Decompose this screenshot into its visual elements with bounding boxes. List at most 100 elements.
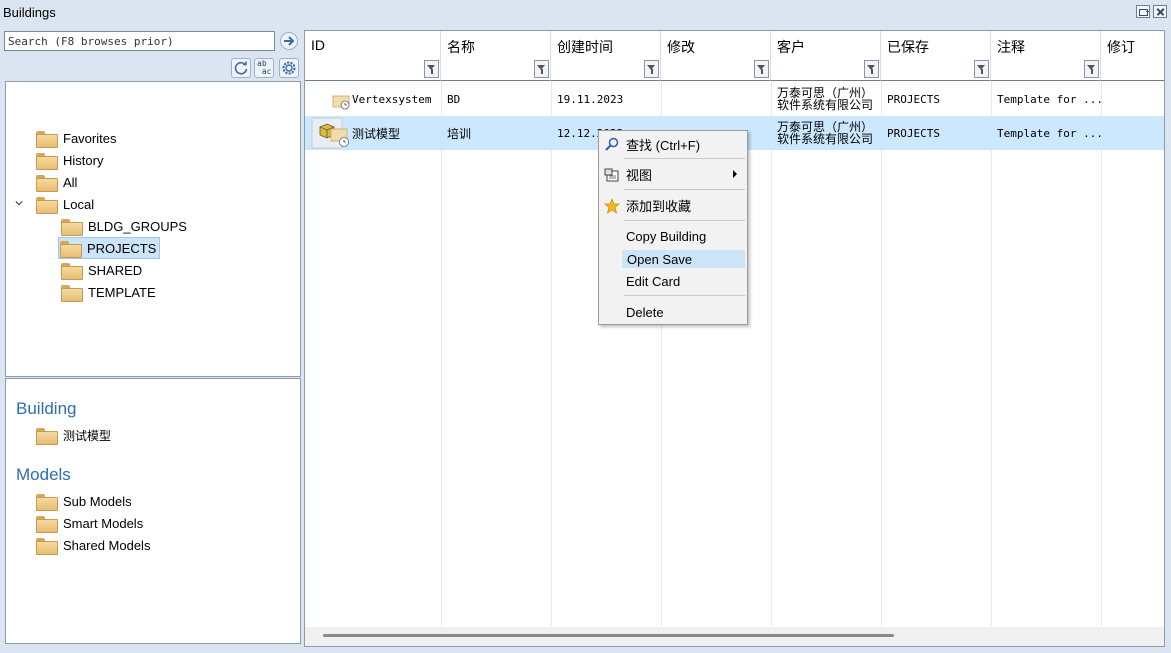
building-item[interactable]: 测试模型 xyxy=(36,425,111,445)
column-header-id[interactable]: ID xyxy=(305,31,441,81)
window-title: Buildings xyxy=(3,5,56,20)
model-item-smart-models[interactable]: Smart Models xyxy=(36,513,143,533)
column-header-label: 名称 xyxy=(447,39,475,55)
cell-id: 测试模型 xyxy=(352,126,401,141)
menu-item-copy-building[interactable]: Copy Building xyxy=(622,227,745,245)
cell-name: 培训 xyxy=(447,126,472,141)
model-item-label: Smart Models xyxy=(63,515,144,531)
column-header-comment[interactable]: 注释 xyxy=(991,31,1101,81)
tree-item-label: History xyxy=(63,152,104,168)
column-header-client[interactable]: 客户 xyxy=(771,31,881,81)
title-bar: Buildings xyxy=(0,0,1171,27)
folder-icon xyxy=(60,240,82,258)
filter-icon[interactable] xyxy=(754,60,769,78)
settings-button[interactable] xyxy=(279,58,299,78)
menu-separator xyxy=(624,158,745,159)
folder-tree-panel: Favorites History All Local BLDG_GROUPS … xyxy=(5,81,301,377)
table-row[interactable]: Vertexsystem BD 19.11.2023 万泰可思（广州）软件系统有… xyxy=(305,82,1164,116)
column-header-name[interactable]: 名称 xyxy=(441,31,551,81)
cell-saved: PROJECTS xyxy=(887,126,940,140)
column-divider xyxy=(1101,81,1102,626)
refresh-icon xyxy=(234,61,248,75)
models-section-title: Models xyxy=(16,465,71,484)
tree-item-bldg-groups[interactable]: BLDG_GROUPS xyxy=(61,216,187,236)
folder-icon xyxy=(36,493,58,511)
menu-item-find[interactable]: 查找 (Ctrl+F) xyxy=(622,135,745,153)
arrow-right-icon xyxy=(280,32,298,50)
model-item-shared-models[interactable]: Shared Models xyxy=(36,535,150,555)
filter-icon[interactable] xyxy=(424,60,439,78)
chevron-down-icon[interactable] xyxy=(15,199,23,207)
filter-icon[interactable] xyxy=(1084,60,1099,78)
filter-icon[interactable] xyxy=(974,60,989,78)
horizontal-scrollbar[interactable] xyxy=(305,627,1164,646)
filter-icon[interactable] xyxy=(534,60,549,78)
column-header-label: ID xyxy=(311,37,325,53)
column-header-created[interactable]: 创建时间 xyxy=(551,31,661,81)
match-case-icon: ab ac xyxy=(257,59,272,76)
column-header-label: 已保存 xyxy=(887,39,929,55)
column-header-revision[interactable]: 修订 xyxy=(1101,31,1164,81)
building-thumbnail-icon xyxy=(311,117,349,149)
menu-item-edit-card[interactable]: Edit Card xyxy=(622,272,745,290)
column-header-modified[interactable]: 修改 xyxy=(661,31,771,81)
folder-icon xyxy=(36,152,58,170)
tree-item-label: SHARED xyxy=(88,262,143,278)
tree-item-shared[interactable]: SHARED xyxy=(61,260,142,280)
cell-client: 万泰可思（广州）软件系统有限公司 xyxy=(777,120,874,146)
cell-client: 万泰可思（广州）软件系统有限公司 xyxy=(777,86,874,112)
cell-comment: Template for ... xyxy=(997,92,1103,106)
building-icon xyxy=(332,95,350,110)
column-divider xyxy=(881,81,882,626)
star-icon xyxy=(604,198,620,214)
pin-window-button[interactable] xyxy=(1136,5,1150,18)
folder-icon xyxy=(61,218,83,236)
view-icon xyxy=(604,168,619,182)
column-header-saved[interactable]: 已保存 xyxy=(881,31,991,81)
menu-separator xyxy=(624,189,745,190)
cell-name: BD xyxy=(447,92,461,106)
column-divider xyxy=(551,81,552,626)
folder-icon xyxy=(36,537,58,555)
menu-item-open-save[interactable]: Open Save xyxy=(622,250,745,268)
menu-item-add-favorite[interactable]: 添加到收藏 xyxy=(622,196,745,214)
match-case-button[interactable]: ab ac xyxy=(254,58,274,78)
menu-item-view[interactable]: 视图 xyxy=(622,165,745,183)
scrollbar-thumb[interactable] xyxy=(323,634,894,637)
model-item-label: Sub Models xyxy=(63,493,132,509)
search-go-button[interactable] xyxy=(279,31,299,51)
tree-item-label: PROJECTS xyxy=(87,240,157,256)
folder-icon xyxy=(36,174,58,192)
menu-item-label: Edit Card xyxy=(626,273,681,289)
menu-item-delete[interactable]: Delete xyxy=(622,303,745,321)
tree-item-label: TEMPLATE xyxy=(88,284,156,300)
cell-comment: Template for ... xyxy=(997,126,1103,140)
buildings-grid: ID 名称 创建时间 修改 客户 已保存 注释 修订 Vertexsystem … xyxy=(304,30,1165,647)
menu-item-label: 添加到收藏 xyxy=(626,198,692,214)
tree-item-label: Favorites xyxy=(63,130,117,146)
tree-item-history[interactable]: History xyxy=(36,150,103,170)
filter-icon[interactable] xyxy=(644,60,659,78)
search-input[interactable] xyxy=(4,31,275,51)
cell-id: Vertexsystem xyxy=(352,92,432,106)
tree-item-template[interactable]: TEMPLATE xyxy=(61,282,156,302)
filter-icon[interactable] xyxy=(864,60,879,78)
model-item-label: Shared Models xyxy=(63,537,151,553)
close-window-button[interactable] xyxy=(1153,5,1167,18)
tree-item-label: All xyxy=(63,174,78,190)
tree-item-favorites[interactable]: Favorites xyxy=(36,128,116,148)
tree-item-projects[interactable]: PROJECTS xyxy=(58,237,161,259)
tree-item-local[interactable]: Local xyxy=(36,194,94,214)
refresh-button[interactable] xyxy=(231,58,251,78)
building-name: 测试模型 xyxy=(63,428,112,443)
tree-item-all[interactable]: All xyxy=(36,172,77,192)
column-header-label: 创建时间 xyxy=(557,39,613,55)
column-divider xyxy=(991,81,992,626)
cell-created: 19.11.2023 xyxy=(557,92,624,106)
model-item-sub-models[interactable]: Sub Models xyxy=(36,491,132,511)
folder-icon xyxy=(36,515,58,533)
column-header-label: 修订 xyxy=(1107,39,1135,55)
menu-item-label: Copy Building xyxy=(626,228,707,244)
building-section-title: Building xyxy=(16,399,77,418)
search-icon xyxy=(605,137,619,151)
